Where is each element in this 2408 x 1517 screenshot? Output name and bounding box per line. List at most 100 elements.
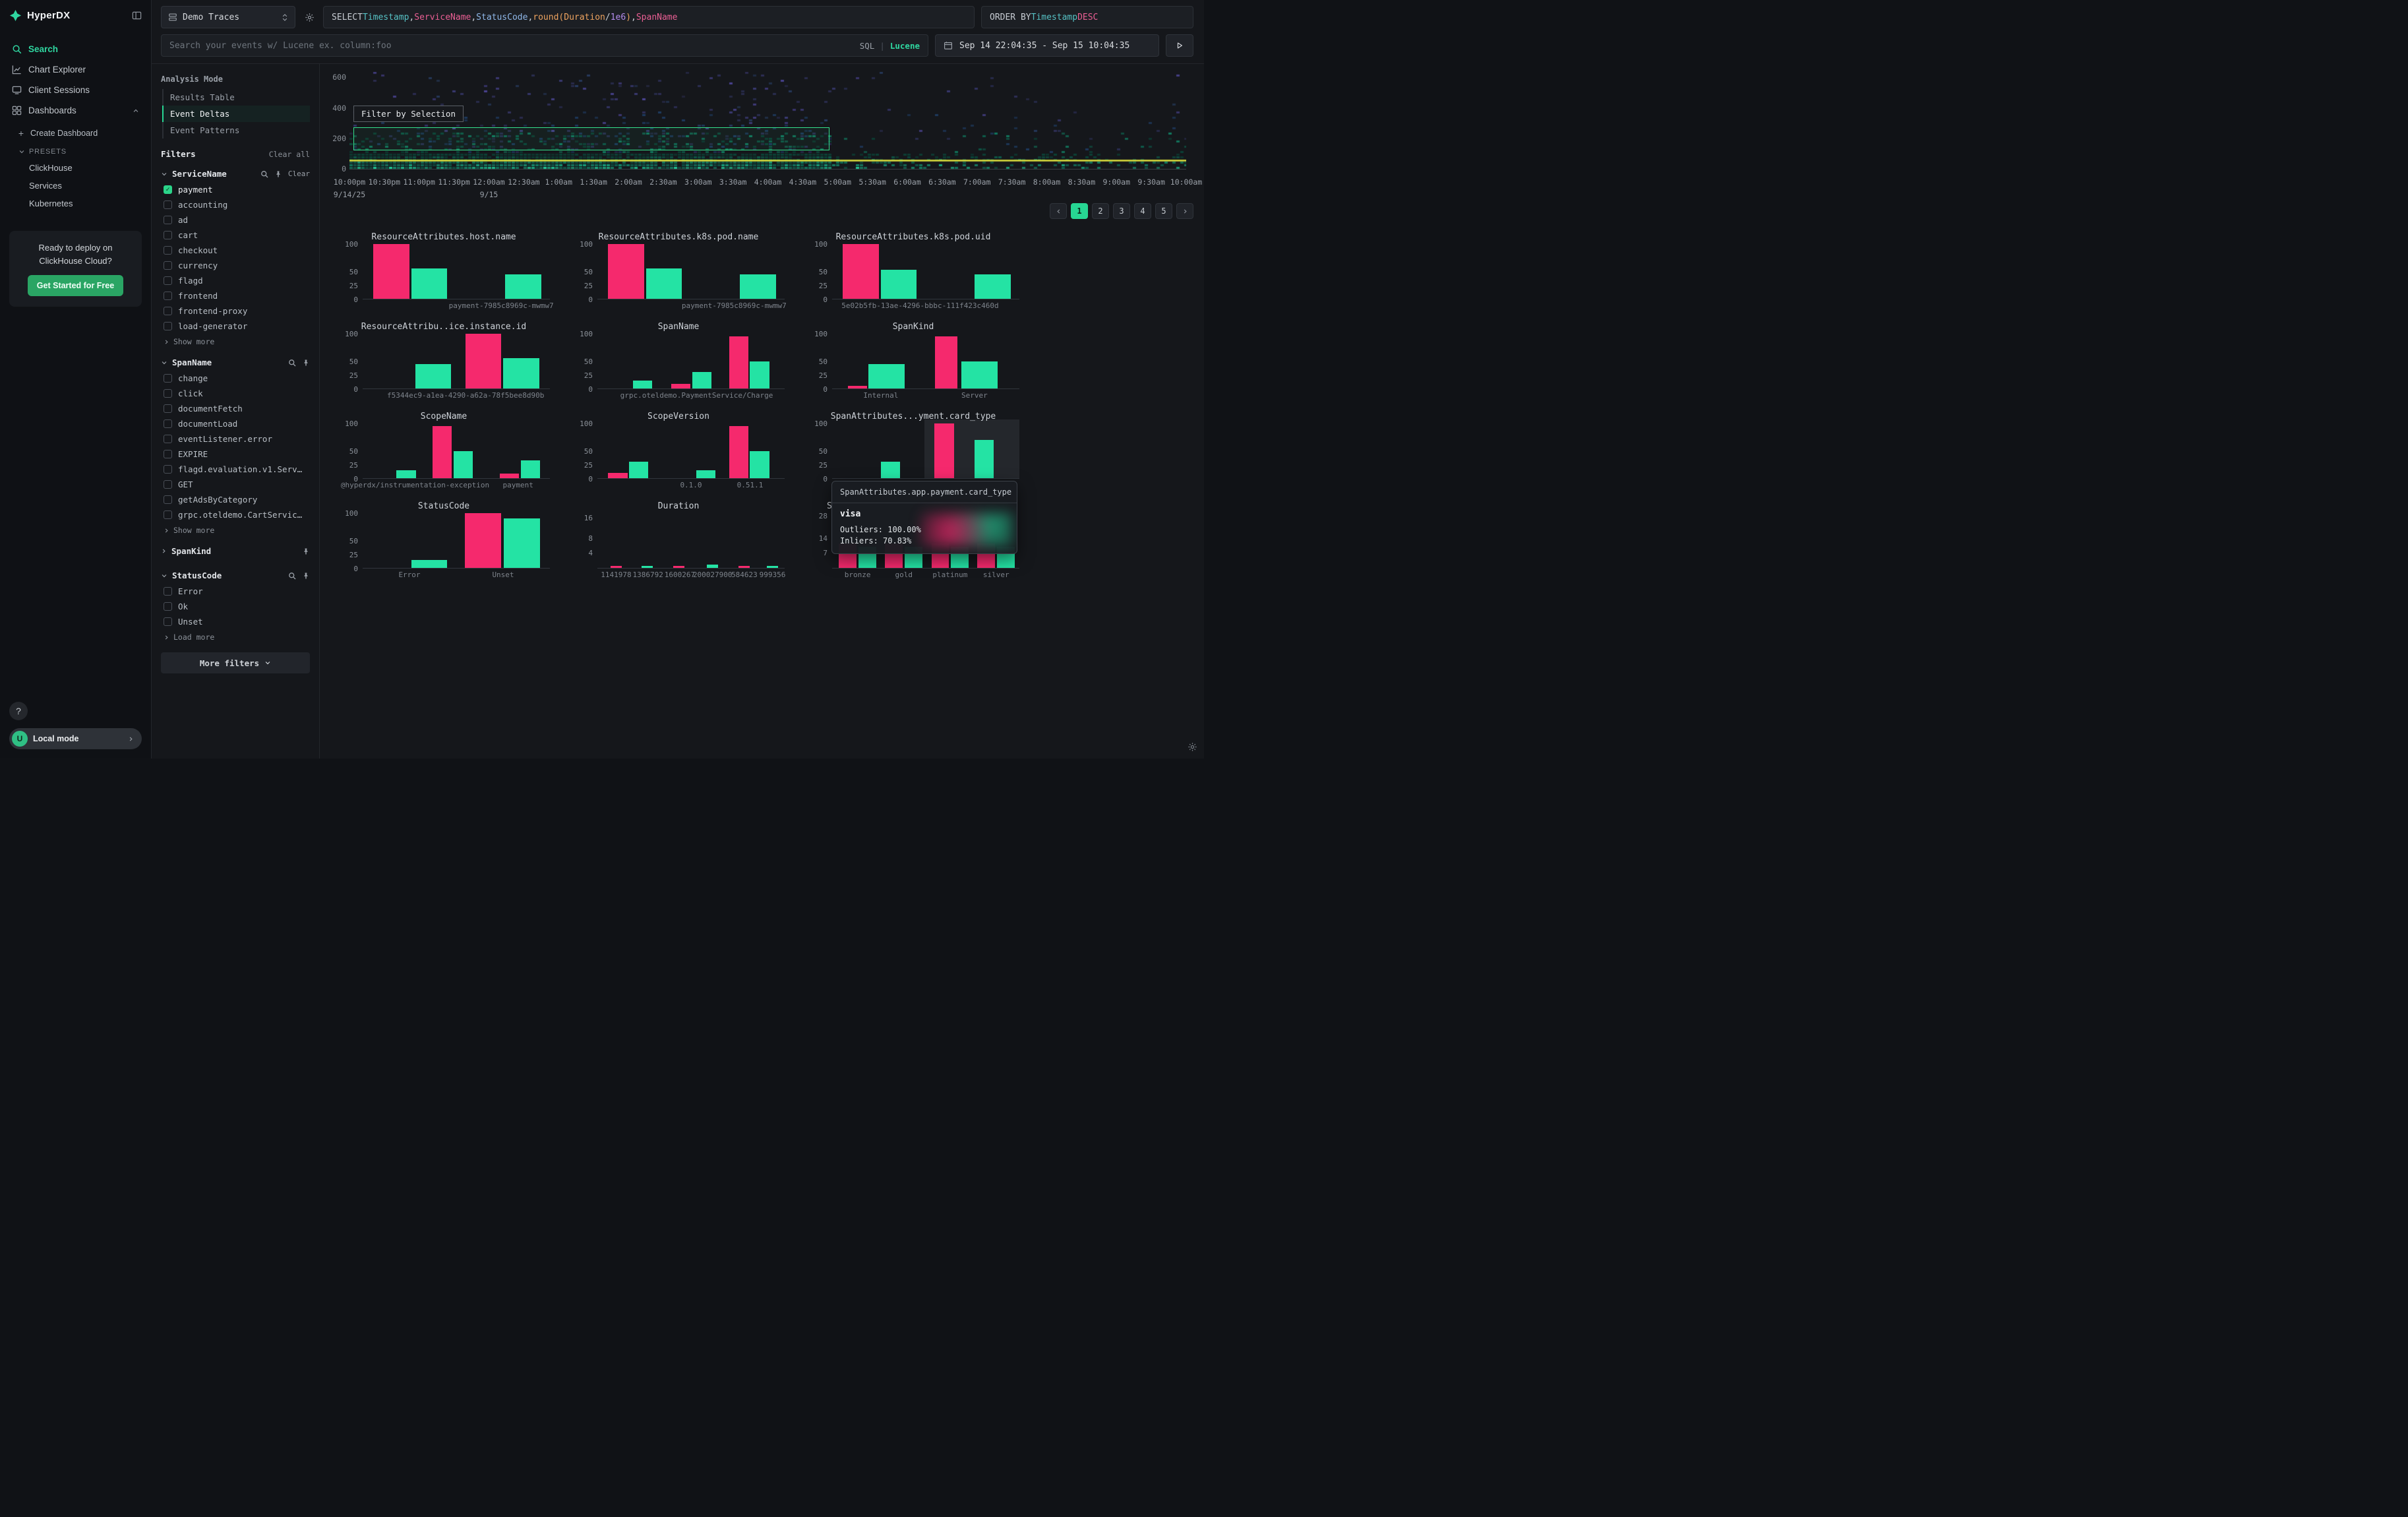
chart-bar[interactable]: [750, 451, 769, 479]
checkbox[interactable]: [164, 216, 172, 224]
chart-bar[interactable]: [848, 386, 866, 388]
analysis-mode-event-patterns[interactable]: Event Patterns: [164, 122, 310, 139]
chart-plot[interactable]: [597, 334, 785, 389]
language-toggle[interactable]: SQL | Lucene: [860, 41, 920, 51]
chart-bar[interactable]: [396, 470, 415, 478]
more-filters-button[interactable]: More filters: [161, 652, 310, 673]
chart-bar[interactable]: [881, 270, 917, 299]
pin-icon[interactable]: [302, 547, 310, 555]
settings-gear-icon[interactable]: [1188, 742, 1197, 755]
filter-group-header[interactable]: SpanKind: [161, 544, 310, 559]
chart-bar[interactable]: [671, 384, 690, 388]
chart-bar[interactable]: [629, 462, 648, 478]
filter-group-header[interactable]: ServiceNameClear: [161, 167, 310, 182]
checkbox[interactable]: [164, 511, 172, 519]
sidebar-item-search[interactable]: Search: [7, 39, 144, 59]
checkbox[interactable]: [164, 374, 172, 383]
chart-plot[interactable]: [363, 513, 550, 569]
chart-plot[interactable]: [832, 334, 1019, 389]
checkbox[interactable]: [164, 587, 172, 596]
filter-option-documentfetch[interactable]: documentFetch: [161, 401, 310, 416]
chart-bar[interactable]: [633, 381, 652, 388]
filter-option-grpc-oteldemo-cartservic[interactable]: grpc.oteldemo.CartServic…: [161, 507, 310, 522]
sidebar-collapse-icon[interactable]: [132, 11, 142, 20]
chart-bar[interactable]: [646, 268, 682, 299]
sql-query-editor[interactable]: SELECT Timestamp, ServiceName, StatusCod…: [323, 6, 975, 28]
analysis-mode-results-table[interactable]: Results Table: [164, 89, 310, 106]
analysis-mode-event-deltas[interactable]: Event Deltas: [162, 106, 310, 122]
chart-bar[interactable]: [738, 566, 750, 568]
chart-bar[interactable]: [868, 364, 905, 388]
chart-bar[interactable]: [843, 244, 879, 299]
filter-option-error[interactable]: Error: [161, 584, 310, 599]
checkbox[interactable]: [164, 246, 172, 255]
chart-plot[interactable]: [597, 423, 785, 479]
clear-filter-button[interactable]: Clear: [288, 170, 310, 178]
filter-by-selection-button[interactable]: Filter by Selection: [353, 106, 464, 122]
chart-bar[interactable]: [415, 364, 452, 388]
chart-bar[interactable]: [750, 361, 769, 389]
chart-bar[interactable]: [411, 268, 448, 299]
chart-bar[interactable]: [608, 473, 627, 478]
filter-option-documentload[interactable]: documentLoad: [161, 416, 310, 431]
chart-bar[interactable]: [740, 274, 776, 299]
sidebar-item-chart-explorer[interactable]: Chart Explorer: [7, 59, 144, 80]
pin-icon[interactable]: [302, 572, 310, 580]
chart-bar[interactable]: [934, 423, 953, 478]
chart-plot[interactable]: [597, 244, 785, 299]
clear-all-button[interactable]: Clear all: [269, 150, 310, 159]
filter-option-unset[interactable]: Unset: [161, 614, 310, 629]
filter-option-payment[interactable]: ✓payment: [161, 182, 310, 197]
chart-bar[interactable]: [696, 470, 715, 478]
chart-bar[interactable]: [608, 244, 644, 299]
chart-bar[interactable]: [433, 426, 452, 478]
checkbox[interactable]: [164, 480, 172, 489]
filter-option-eventlistener-error[interactable]: eventListener.error: [161, 431, 310, 447]
pagination-page-3[interactable]: 3: [1113, 203, 1130, 219]
chart-bar[interactable]: [642, 566, 653, 568]
filter-option-frontend-proxy[interactable]: frontend-proxy: [161, 303, 310, 319]
pagination-page-2[interactable]: 2: [1092, 203, 1109, 219]
date-range-picker[interactable]: Sep 14 22:04:35 - Sep 15 10:04:35: [935, 34, 1159, 57]
sidebar-item-dashboards[interactable]: Dashboards: [7, 100, 144, 121]
chart-bar[interactable]: [881, 462, 900, 478]
checkbox[interactable]: [164, 292, 172, 300]
chart-bar[interactable]: [521, 460, 540, 478]
chart-bar[interactable]: [503, 358, 539, 388]
chart-bar[interactable]: [500, 474, 519, 478]
checkbox[interactable]: [164, 435, 172, 443]
checkbox[interactable]: ✓: [164, 185, 172, 194]
filter-option-change[interactable]: change: [161, 371, 310, 386]
filter-option-currency[interactable]: currency: [161, 258, 310, 273]
chart-plot[interactable]: [363, 244, 550, 299]
checkbox[interactable]: [164, 617, 172, 626]
chart-bar[interactable]: [466, 334, 501, 388]
help-button[interactable]: ?: [9, 702, 28, 720]
chart-plot[interactable]: [597, 513, 785, 569]
local-mode-button[interactable]: U Local mode: [9, 728, 142, 749]
chart-bar[interactable]: [707, 565, 718, 568]
checkbox[interactable]: [164, 389, 172, 398]
filter-option-load-generator[interactable]: load-generator: [161, 319, 310, 334]
language-lucene[interactable]: Lucene: [890, 41, 920, 51]
chart-bar[interactable]: [611, 566, 622, 568]
filter-option-click[interactable]: click: [161, 386, 310, 401]
gear-icon[interactable]: [302, 13, 316, 22]
create-dashboard-button[interactable]: + Create Dashboard: [7, 123, 144, 143]
filter-option-get[interactable]: GET: [161, 477, 310, 492]
get-started-button[interactable]: Get Started for Free: [28, 275, 123, 296]
show-more-button[interactable]: Show more: [161, 334, 310, 346]
sidebar-item-kubernetes[interactable]: Kubernetes: [7, 195, 144, 212]
chart-bar[interactable]: [504, 518, 540, 568]
checkbox[interactable]: [164, 276, 172, 285]
chart-bar[interactable]: [975, 440, 994, 478]
search-input[interactable]: [169, 41, 853, 51]
filter-option-frontend[interactable]: frontend: [161, 288, 310, 303]
filter-option-getadsbycategory[interactable]: getAdsByCategory: [161, 492, 310, 507]
events-heatmap[interactable]: [349, 72, 1186, 170]
filter-option-checkout[interactable]: checkout: [161, 243, 310, 258]
checkbox[interactable]: [164, 307, 172, 315]
chart-plot[interactable]: [832, 423, 1019, 479]
filter-option-ok[interactable]: Ok: [161, 599, 310, 614]
pagination-next[interactable]: [1176, 203, 1193, 219]
